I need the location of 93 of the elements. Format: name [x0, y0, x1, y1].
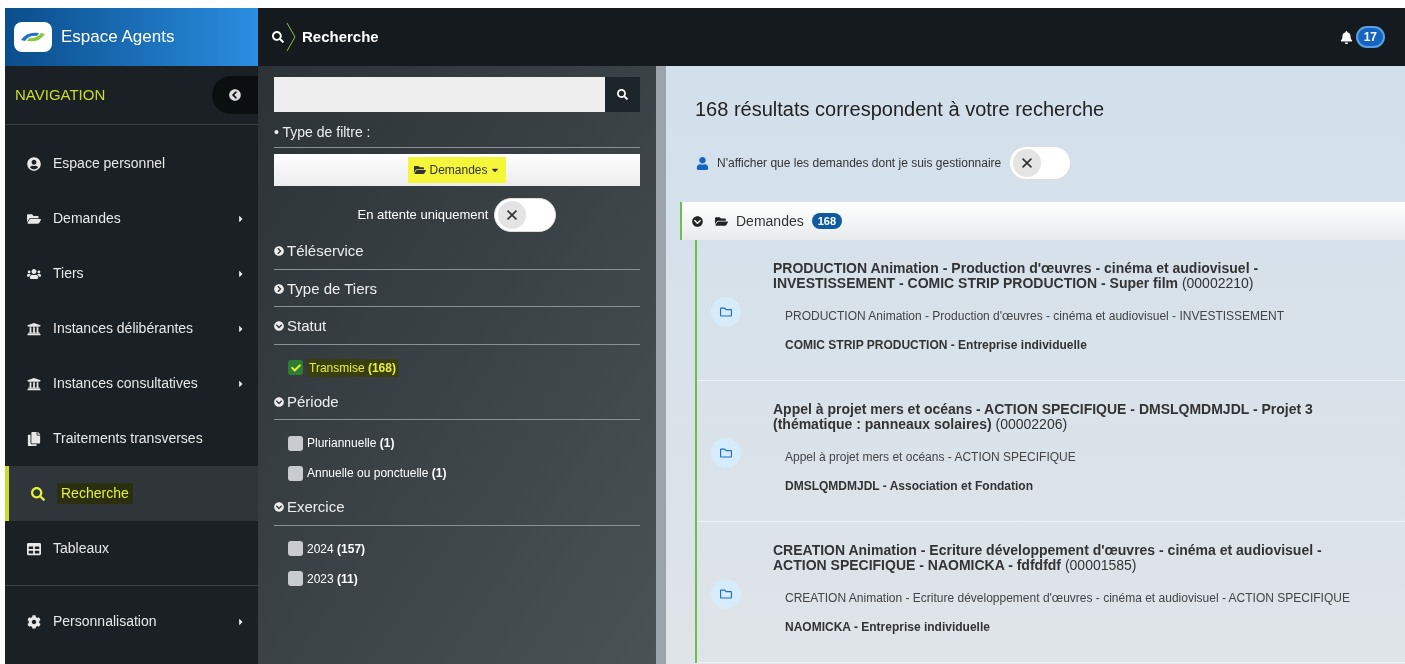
checkbox[interactable] — [288, 465, 303, 481]
filter-section-header[interactable]: Statut — [274, 315, 640, 345]
chevron-down-icon — [692, 215, 703, 227]
logo-icon — [13, 21, 53, 53]
result-subtitle: PRODUCTION Animation - Production d'œuvres - cinéma et audiovisuel - INVESTISSEMENT — [785, 307, 1286, 325]
checkbox[interactable] — [288, 360, 303, 375]
chevron-right-icon — [274, 246, 284, 257]
checkbox[interactable] — [288, 571, 303, 586]
collapse-button[interactable] — [212, 76, 258, 114]
search-button[interactable] — [605, 77, 640, 112]
table-icon — [27, 541, 41, 556]
nav-item[interactable]: Recherche — [5, 466, 258, 521]
toggle-label: En attente uniquement — [357, 206, 489, 225]
result-applicant: COMIC STRIP PRODUCTION - Entreprise individuelle — [785, 336, 1088, 354]
nav-label: Tiers — [53, 264, 84, 283]
option-label: 2024 (157) — [307, 540, 366, 558]
search-icon — [272, 31, 284, 43]
result-applicant: DMSLQMDMJDL - Association et Fondation — [785, 477, 1034, 495]
filter-type-label: • Type de filtre : — [274, 122, 640, 148]
building-icon — [27, 376, 41, 391]
section-title: Période — [287, 391, 339, 412]
folder-icon — [27, 211, 41, 226]
nav-label: Tableaux — [53, 539, 110, 558]
filter-section-header[interactable]: Type de Tiers — [274, 277, 640, 307]
search-icon — [617, 89, 628, 100]
section-title: Téléservice — [287, 241, 364, 261]
option-label: Transmise (168) — [307, 358, 398, 377]
nav-item[interactable]: Demandes — [5, 191, 258, 246]
nav-item[interactable]: Traitements transverses — [5, 411, 258, 466]
folder-icon — [720, 588, 732, 600]
result-applicant: NAOMICKA - Entreprise individuelle — [785, 618, 991, 636]
nav-label: Espace personnel — [53, 154, 166, 173]
nav-item[interactable]: Tableaux — [5, 521, 258, 576]
building-icon — [27, 321, 41, 336]
result-title[interactable]: PRODUCTION Animation - Production d'œuvres - cinéma et audiovisuel - INVESTISSEMENT - COMIC STRIP PRODUCTION - Super film (00002210) — [773, 260, 1395, 291]
option-label: Annuelle ou ponctuelle (1) — [307, 465, 447, 482]
count-badge: 168 — [811, 212, 843, 230]
pending-toggle[interactable] — [494, 198, 557, 232]
result-subtitle: Appel à projet mers et océans - ACTION SPECIFIQUE — [785, 448, 1077, 466]
filter-section-header[interactable]: Téléservice — [274, 240, 640, 270]
nav-label: Personnalisation — [53, 612, 157, 631]
search-field[interactable] — [274, 77, 605, 112]
person-icon — [27, 156, 41, 171]
option-label: 2023 (11) — [307, 570, 358, 588]
app-name: Espace Agents — [61, 26, 175, 49]
notification-count: 17 — [1355, 26, 1385, 48]
folder-icon — [720, 447, 732, 459]
nav-label: Demandes — [53, 209, 121, 228]
nav-label: Instances consultatives — [53, 374, 198, 393]
section-title: Type de Tiers — [287, 278, 378, 299]
checkbox[interactable] — [288, 541, 303, 556]
filter-type-dropdown[interactable]: Demandes — [274, 154, 640, 186]
documents-icon — [27, 431, 41, 446]
nav-item[interactable]: Espace personnel — [5, 136, 258, 191]
option-label: Pluriannuelle (1) — [307, 435, 395, 452]
folder-icon — [414, 164, 427, 176]
folder-icon — [715, 214, 728, 228]
section-title: Exercice — [287, 497, 345, 517]
group-label: Demandes — [736, 211, 804, 231]
toggle-label: N'afficher que les demandes dont je suis gestionnaire — [717, 155, 1002, 172]
checkbox[interactable] — [288, 435, 303, 451]
nav-item[interactable]: Instances consultatives — [5, 356, 258, 411]
bell-icon[interactable] — [1339, 30, 1353, 44]
nav-item[interactable]: Tiers — [5, 246, 258, 301]
result-subtitle: CREATION Animation - Ecriture développement d'œuvres - cinéma et audiovisuel - ACTION SPECIFIQUE — [785, 589, 1351, 607]
chevron-icon — [286, 22, 296, 52]
nav-label: Recherche — [57, 483, 133, 504]
check-icon — [290, 362, 301, 373]
result-title[interactable]: CREATION Animation - Ecriture développement d'œuvres - cinéma et audiovisuel - ACTION SPECIFIQUE - NAOMICKA - fdfdfdf (00001585) — [773, 542, 1395, 573]
nav-heading: NAVIGATION — [15, 84, 106, 105]
nav-item[interactable]: Instances délibérantes — [5, 301, 258, 356]
person-icon — [696, 156, 709, 170]
group-header[interactable]: Demandes 168 — [680, 202, 1405, 240]
chevron-down-icon — [274, 396, 284, 407]
result-title[interactable]: Appel à projet mers et océans - ACTION SPECIFIQUE - DMSLQMDMJDL - Projet 3 (thématique : panneaux solaires) (00002206) — [773, 401, 1395, 432]
chevron-down-icon — [274, 502, 284, 513]
page-title: Recherche — [302, 26, 379, 47]
section-title: Statut — [287, 316, 327, 336]
manager-toggle[interactable] — [1009, 146, 1072, 180]
chevron-down-icon — [274, 321, 284, 332]
dropdown-value: Demandes — [408, 157, 506, 183]
search-icon — [31, 486, 45, 501]
nav-label: Traitements transverses — [53, 429, 203, 448]
chevron-left-icon — [229, 89, 241, 101]
results-title: 168 résultats correspondent à votre recherche — [694, 97, 1106, 122]
filter-section-header[interactable]: Période — [274, 390, 640, 420]
nav-label: Instances délibérantes — [53, 319, 194, 338]
people-icon — [27, 266, 41, 281]
nav-item[interactable]: Personnalisation — [5, 594, 258, 649]
chevron-right-icon — [274, 283, 284, 294]
settings-icon — [27, 614, 41, 629]
folder-icon — [720, 306, 732, 318]
filter-section-header[interactable]: Exercice — [274, 496, 640, 526]
